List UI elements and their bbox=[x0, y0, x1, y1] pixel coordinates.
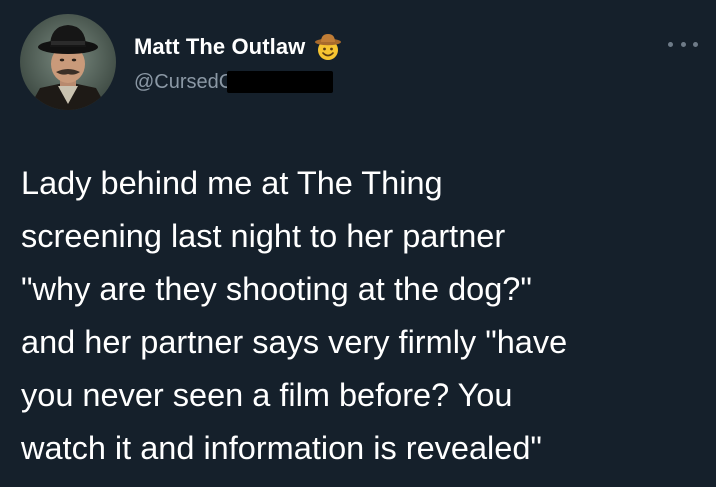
more-horizontal-icon bbox=[668, 41, 673, 47]
display-name[interactable]: Matt The Outlaw bbox=[134, 34, 305, 60]
tweet-text: Lady behind me at The Thing screening la… bbox=[21, 157, 701, 475]
redaction-bar bbox=[227, 71, 334, 93]
avatar[interactable] bbox=[20, 14, 116, 110]
tweet-line: watch it and information is revealed" bbox=[21, 430, 542, 466]
avatar-image bbox=[20, 14, 116, 110]
tweet-line: you never seen a film before? You bbox=[21, 377, 513, 413]
more-horizontal-icon-dot bbox=[693, 41, 698, 47]
tweet-card: Matt The Outlaw @CursedC Lady behind me … bbox=[0, 0, 716, 487]
more-options-button[interactable] bbox=[668, 36, 698, 52]
more-horizontal-icon-dot bbox=[680, 41, 686, 47]
tweet-line: screening last night to her partner bbox=[21, 218, 506, 254]
tweet-line: Lady behind me at The Thing bbox=[21, 165, 443, 201]
handle[interactable]: @CursedC bbox=[134, 71, 233, 94]
tweet-line: "why are they shooting at the dog?" bbox=[21, 271, 532, 307]
author-name-row: Matt The Outlaw bbox=[134, 32, 343, 62]
author-handle-row: @CursedC bbox=[134, 68, 334, 96]
cowboy-hat-face-icon bbox=[315, 34, 342, 60]
tweet-line: and her partner says very firmly "have bbox=[21, 324, 568, 360]
